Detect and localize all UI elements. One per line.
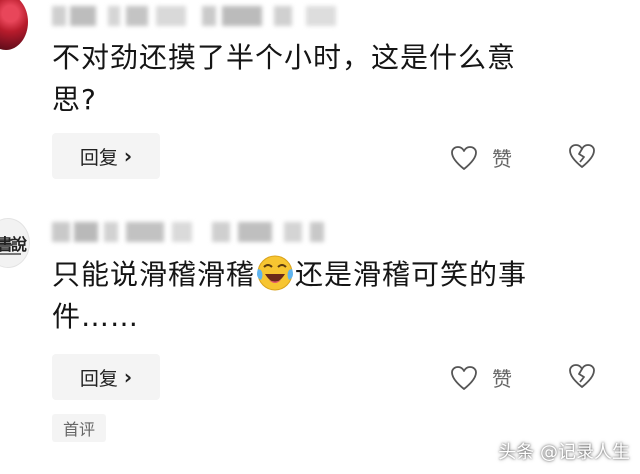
avatar-logo-line <box>0 253 21 255</box>
reply-button[interactable]: 回复 › <box>52 354 160 400</box>
reply-label: 回复 <box>79 367 118 390</box>
like-label: 赞 <box>492 147 512 171</box>
comment-text-line1: 只能说滑稽滑稽 还是滑稽可笑的事 <box>52 254 622 296</box>
avatar[interactable] <box>0 0 28 50</box>
laughing-crying-face-icon <box>255 253 295 293</box>
dislike-button[interactable] <box>567 363 597 393</box>
broken-heart-icon <box>569 144 595 168</box>
username-blurred <box>52 222 332 242</box>
reply-button[interactable]: 回复 › <box>52 133 160 179</box>
comment-text-line2: 思? <box>52 83 97 116</box>
comment-text: 只能说滑稽滑稽 还是滑稽可笑的事 件…… <box>52 254 622 338</box>
heart-outline-icon <box>451 365 477 390</box>
heart-outline-icon <box>451 145 477 170</box>
comment-text-segment: 只能说滑稽滑稽 <box>52 258 256 291</box>
broken-heart-icon <box>569 364 595 388</box>
reply-label: 回复 <box>79 146 118 169</box>
comment-text-segment: 还是滑稽可笑的事 <box>295 258 528 291</box>
comment-text: 不对劲还摸了半个小时，这是什么意 思? <box>52 37 622 121</box>
username-blurred <box>52 6 352 26</box>
comment-text-line1: 不对劲还摸了半个小时，这是什么意 <box>52 41 517 74</box>
dislike-button[interactable] <box>567 143 597 173</box>
chevron-right-icon: › <box>123 365 133 389</box>
avatar[interactable]: 書說 <box>0 218 30 268</box>
like-button[interactable]: 赞 <box>450 363 512 392</box>
like-button[interactable]: 赞 <box>450 143 512 172</box>
comment-text-line2: 件…… <box>52 300 140 333</box>
first-comment-badge: 首评 <box>52 414 106 442</box>
watermark: 头条 @记录人生 <box>498 442 630 463</box>
chevron-right-icon: › <box>123 144 133 168</box>
like-label: 赞 <box>492 367 512 391</box>
avatar-logo: 書說 <box>0 235 27 254</box>
